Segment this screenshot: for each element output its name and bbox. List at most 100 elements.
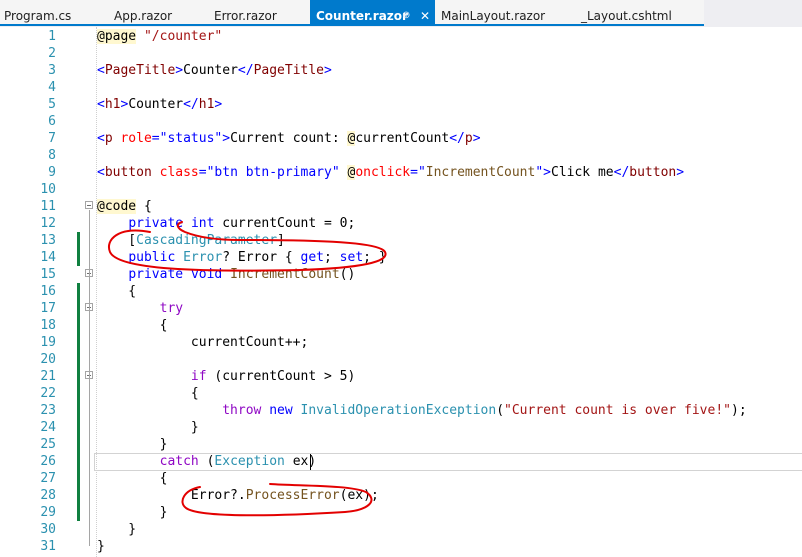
code-text[interactable]: <p role="status">Current count: @current…: [97, 130, 481, 147]
code-text[interactable]: {: [97, 283, 136, 300]
code-line[interactable]: 21 if (currentCount > 5): [0, 368, 802, 385]
code-text[interactable]: Error?.ProcessError(ex);: [97, 487, 379, 504]
tab-counter-razor[interactable]: Counter.razor ⊕ ✕: [310, 0, 435, 26]
line-number: 26: [40, 454, 56, 469]
tab-error-razor[interactable]: Error.razor: [196, 0, 310, 26]
code-text[interactable]: if (currentCount > 5): [97, 368, 355, 385]
code-token: >: [222, 131, 231, 146]
code-token: ": [535, 165, 544, 180]
code-text[interactable]: <button class="btn btn-primary" @onclick…: [97, 164, 684, 181]
code-token: {: [97, 318, 168, 333]
code-text[interactable]: <PageTitle>Counter</PageTitle>: [97, 62, 332, 79]
code-line[interactable]: 7 <p role="status">Current count: @curren…: [0, 130, 802, 147]
code-line[interactable]: 18 {: [0, 317, 802, 334]
code-token: {: [136, 199, 152, 214]
change-indicator: [77, 283, 80, 300]
code-line[interactable]: 15 private void IncrementCount(): [0, 266, 802, 283]
tab-app-razor[interactable]: App.razor: [96, 0, 196, 26]
code-line[interactable]: 8: [0, 147, 802, 164]
code-token: }: [97, 505, 168, 520]
code-text[interactable]: currentCount++;: [97, 334, 308, 351]
code-line[interactable]: 1 @page "/counter": [0, 28, 802, 45]
code-line[interactable]: 16 {: [0, 283, 802, 300]
code-text[interactable]: {: [97, 470, 168, 487]
code-text[interactable]: <h1>Counter</h1>: [97, 96, 222, 113]
code-token: throw: [222, 403, 262, 418]
code-line[interactable]: 13 [CascadingParameter]: [0, 232, 802, 249]
code-line[interactable]: 20: [0, 351, 802, 368]
tab-program-cs[interactable]: Program.cs: [0, 0, 96, 26]
code-text[interactable]: public Error? Error { get; set; }: [97, 249, 387, 266]
line-number: 31: [40, 539, 56, 554]
code-line[interactable]: 11 @code {: [0, 198, 802, 215]
code-text[interactable]: catch (Exception ex): [97, 453, 317, 470]
code-token: private: [128, 267, 184, 282]
code-token: [: [97, 233, 137, 248]
line-number: 25: [40, 437, 56, 452]
code-text[interactable]: }: [97, 538, 105, 555]
line-number: 17: [40, 301, 56, 316]
close-icon[interactable]: ✕: [420, 9, 430, 23]
code-line[interactable]: 26 catch (Exception ex): [0, 453, 802, 470]
code-line[interactable]: 2: [0, 45, 802, 62]
code-text[interactable]: }: [97, 436, 168, 453]
code-line[interactable]: 30 }: [0, 521, 802, 538]
code-token: h1: [198, 97, 215, 112]
code-line[interactable]: 6: [0, 113, 802, 130]
code-token: p: [104, 131, 113, 146]
code-token: button: [104, 165, 152, 180]
code-line[interactable]: 14 public Error? Error { get; set; }: [0, 249, 802, 266]
code-text[interactable]: private void IncrementCount(): [97, 266, 355, 283]
code-line[interactable]: 10: [0, 181, 802, 198]
code-line[interactable]: 28 Error?.ProcessError(ex);: [0, 487, 802, 504]
line-number: 10: [40, 182, 56, 197]
change-indicator: [77, 487, 80, 504]
code-line[interactable]: 19 currentCount++;: [0, 334, 802, 351]
code-token: Click me: [551, 165, 614, 180]
code-token: ; }: [363, 250, 387, 265]
collapse-toggle-icon[interactable]: [85, 201, 93, 209]
pin-icon[interactable]: ⊕: [402, 10, 410, 22]
code-token: new: [269, 403, 293, 418]
code-token: }: [97, 539, 105, 554]
code-token: "btn btn-primary": [206, 165, 340, 180]
code-text[interactable]: [CascadingParameter]: [97, 232, 285, 249]
code-text[interactable]: @page "/counter": [97, 28, 222, 45]
tab-layout-cshtml[interactable]: _Layout.cshtml: [575, 0, 704, 26]
code-text[interactable]: throw new InvalidOperationException("Cur…: [97, 402, 746, 419]
code-text[interactable]: {: [97, 385, 199, 402]
code-token: "/counter": [143, 29, 223, 44]
code-line[interactable]: 24 }: [0, 419, 802, 436]
fold-guide: [89, 380, 90, 427]
code-token: Counter: [183, 63, 238, 78]
code-text[interactable]: {: [97, 317, 168, 334]
code-text[interactable]: @code {: [97, 198, 152, 215]
code-line[interactable]: 27 {: [0, 470, 802, 487]
code-editor[interactable]: 1 @page "/counter" 2 3 <PageTitle>Counter</P…: [0, 27, 802, 557]
code-line[interactable]: 23 throw new InvalidOperationException("…: [0, 402, 802, 419]
code-line[interactable]: 25 }: [0, 436, 802, 453]
code-line[interactable]: 9 <button class="btn btn-primary" @onclic…: [0, 164, 802, 181]
code-line[interactable]: 5 <h1>Counter</h1>: [0, 96, 802, 113]
code-line[interactable]: 12 private int currentCount = 0;: [0, 215, 802, 232]
code-line[interactable]: 4: [0, 79, 802, 96]
code-text[interactable]: }: [97, 504, 168, 521]
code-text[interactable]: private int currentCount = 0;: [97, 215, 355, 232]
code-line[interactable]: 17 try: [0, 300, 802, 317]
code-text[interactable]: try: [97, 300, 183, 317]
code-token: h1: [104, 97, 121, 112]
code-line[interactable]: 22 {: [0, 385, 802, 402]
code-line[interactable]: 3 <PageTitle>Counter</PageTitle>: [0, 62, 802, 79]
code-line[interactable]: 29 }: [0, 504, 802, 521]
change-indicator: [77, 334, 80, 351]
code-text[interactable]: }: [97, 419, 199, 436]
code-token: private: [128, 216, 184, 231]
tab-label: Counter.razor: [316, 9, 408, 23]
code-line[interactable]: 31}: [0, 538, 802, 555]
tab-mainlayout-razor[interactable]: MainLayout.razor: [435, 0, 575, 26]
code-text[interactable]: }: [97, 521, 136, 538]
